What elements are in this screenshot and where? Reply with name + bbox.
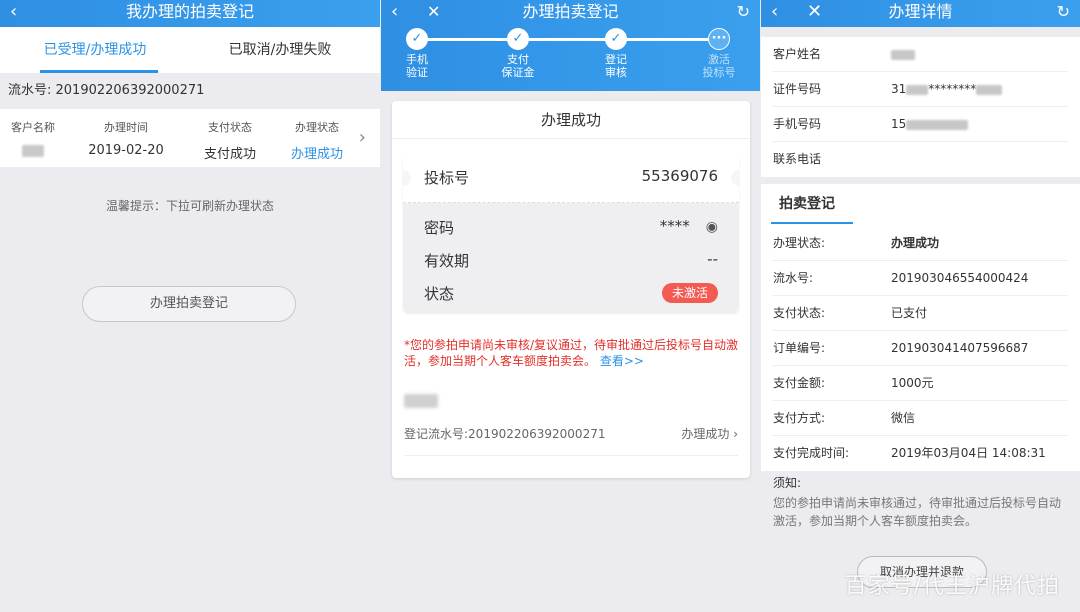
redacted-value [891,49,915,60]
step-label: 激活 投标号 [702,53,736,79]
active-tab-indicator [40,70,158,73]
step-label: 登记 审核 [605,53,627,79]
status-value: 办理成功 [290,147,343,162]
tab-accepted[interactable]: 已受理/办理成功 [30,27,160,73]
info-row-contact: 联系电话 [761,142,1080,177]
check-icon: ✓ [507,28,529,50]
registration-serial-row[interactable]: 登记流水号:201902206392000271 办理成功 › [404,425,738,442]
registration-flow-screen: ‹ ✕ 办理拍卖登记 ↻ ✓ 手机 验证 ✓ 支付 保证金 ✓ 登记 审核 ··· 激… [381,0,760,612]
customer-name-redacted [22,144,44,157]
date-col: 办理时间 2019-02-20 [80,119,172,158]
chevron-right-icon[interactable]: › [359,127,366,148]
ticket-notch [731,170,739,186]
redacted-value [906,119,969,130]
validity-value: -- [707,250,718,268]
approval-note: *您的参拍申请尚未审核/复议通过，待审批通过后投标号自动激活，参加当期个人客车额… [404,338,739,368]
step-label: 手机 验证 [406,53,428,79]
step-phone-verify: ✓ 手机 验证 [387,28,447,79]
notice: 须知: 您的参拍申请尚未审核通过，待审批通过后投标号自动激活，参加当期个人客车额… [773,474,1068,530]
bid-label: 投标号 [424,169,470,187]
refresh-tip: 温馨提示：下拉可刷新办理状态 [105,199,274,213]
registration-row[interactable]: 客户名称 办理时间 2019-02-20 支付状态 支付成功 办理状态 办理成功… [0,109,380,167]
detail-row: 支付方式: 微信 [761,401,1080,436]
page-title: 办理拍卖登记 [522,2,619,21]
status-col: 办理状态 办理成功 [282,119,352,162]
page-title: 我办理的拍卖登记 [125,2,254,21]
refresh-icon[interactable]: ↻ [1057,0,1070,24]
date-header: 办理时间 [104,121,148,134]
notice-text: 您的参拍申请尚未审核通过，待审批通过后投标号自动激活，参加当期个人客车额度拍卖会… [773,496,1062,528]
status-tabs: 已受理/办理成功 已取消/办理失败 [0,27,380,73]
registration-status: 办理成功 [681,427,730,441]
page-title: 办理详情 [888,2,953,21]
validity-label: 有效期 [424,252,470,270]
serial-number: 流水号: 201902206392000271 [0,73,380,109]
notice-title: 须知: [773,476,802,490]
redacted-value [906,84,929,95]
password-value: **** [659,217,690,235]
detail-row: 办理状态: 办理成功 [761,226,1080,261]
ticket-notch [403,170,411,186]
customer-col: 客户名称 [6,119,60,158]
result-card: 办理成功 投标号 55369076 密码 **** ◉ 有效期 -- 状态 未激活 [392,101,750,478]
step-activate: ··· 激活 投标号 [689,28,749,79]
bid-value: 55369076 [641,167,718,185]
top-bar: ‹ ✕ 办理详情 ↻ [761,0,1080,27]
watermark: 百家号/代王沪牌代拍 [844,574,1060,599]
info-row-id: 证件号码 31 ******** [761,72,1080,107]
eye-hidden-icon[interactable]: ◉ [706,219,718,235]
password-label: 密码 [424,219,455,237]
step-label: 支付 保证金 [501,53,535,79]
customer-header: 客户名称 [11,121,55,134]
detail-row: 流水号: 201903046554000424 [761,261,1080,296]
registrant-name-redacted [404,394,438,408]
payment-header: 支付状态 [208,121,252,134]
check-icon: ✓ [406,28,428,50]
payment-value: 支付成功 [203,147,256,162]
status-badge: 未激活 [661,283,718,303]
ticket-header: 投标号 55369076 [403,153,739,203]
step-review: ✓ 登记 审核 [586,28,646,79]
status-header: 办理状态 [295,121,339,134]
my-registrations-screen: ‹ 我办理的拍卖登记 已受理/办理成功 已取消/办理失败 流水号: 201902… [0,0,380,612]
info-row-phone: 手机号码 15 [761,107,1080,142]
registration-serial: 登记流水号:201902206392000271 [404,427,606,441]
redacted-value [976,84,1003,95]
flow-header: ‹ ✕ 办理拍卖登记 ↻ ✓ 手机 验证 ✓ 支付 保证金 ✓ 登记 审核 ··· 激… [381,0,760,91]
detail-row: 支付完成时间: 2019年03月04日 14:08:31 [761,436,1080,471]
chevron-right-icon: › [733,427,738,441]
detail-row: 支付金额: 1000元 [761,366,1080,401]
detail-row: 订单编号: 201903041407596687 [761,331,1080,366]
info-row-name: 客户姓名 [761,37,1080,72]
status-label: 状态 [424,285,455,303]
detail-row: 支付状态: 已支付 [761,296,1080,331]
new-registration-button[interactable]: 办理拍卖登记 [82,286,296,322]
section-auction-registration: 拍卖登记 [761,184,1080,226]
bid-ticket: 投标号 55369076 密码 **** ◉ 有效期 -- 状态 未激活 [403,153,739,313]
refresh-icon[interactable]: ↻ [737,0,750,24]
check-icon: ✓ [605,28,627,50]
step-deposit: ✓ 支付 保证金 [488,28,548,79]
detail-screen: ‹ ✕ 办理详情 ↻ 客户姓名 证件号码 31 ******** 手机号码 15 … [761,0,1080,612]
section-underline [771,222,853,224]
view-more-link[interactable]: 查看>> [600,354,644,368]
divider [404,455,738,456]
payment-col: 支付状态 支付成功 [190,119,270,162]
top-bar: ‹ 我办理的拍卖登记 [0,0,380,27]
progress-line [416,38,718,41]
ellipsis-icon: ··· [708,28,730,50]
date-value: 2019-02-20 [88,143,164,158]
tab-cancelled[interactable]: 已取消/办理失败 [210,27,350,73]
result-title: 办理成功 [392,101,750,139]
